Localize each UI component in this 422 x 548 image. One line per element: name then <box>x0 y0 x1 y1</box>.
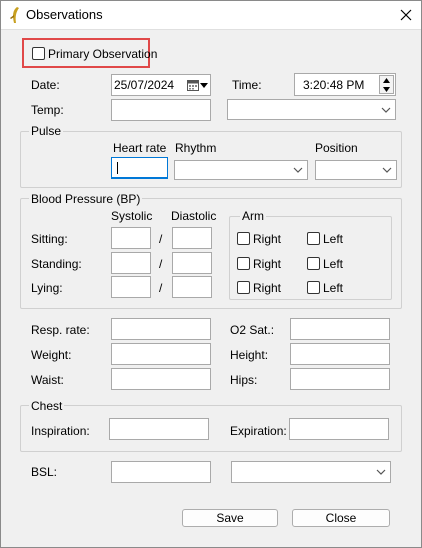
window-title: Observations <box>26 7 103 22</box>
close-icon <box>400 9 412 21</box>
lying-diastolic-input[interactable] <box>172 276 212 298</box>
standing-diastolic-input[interactable] <box>172 252 212 274</box>
systolic-label: Systolic <box>111 209 153 223</box>
temp-input[interactable] <box>111 99 211 121</box>
bsl-label: BSL: <box>31 465 58 479</box>
primary-observation-label: Primary Observation <box>48 47 158 61</box>
chevron-down-icon <box>382 167 392 173</box>
position-select[interactable] <box>315 160 397 180</box>
lying-label: Lying: <box>31 281 63 295</box>
resp-rate-input[interactable] <box>111 318 211 340</box>
waist-input[interactable] <box>111 368 211 390</box>
sitting-left-checkbox[interactable] <box>307 232 320 245</box>
chevron-down-icon <box>293 167 303 173</box>
left-label: Left <box>323 281 344 295</box>
right-label: Right <box>253 232 282 246</box>
rhythm-select[interactable] <box>174 160 308 180</box>
standing-left-checkbox[interactable] <box>307 257 320 270</box>
expiration-input[interactable] <box>289 418 389 440</box>
bp-separator: / <box>159 232 163 246</box>
resp-rate-label: Resp. rate: <box>31 323 90 337</box>
hips-input[interactable] <box>290 368 390 390</box>
hips-label: Hips: <box>230 373 258 387</box>
sitting-right-checkbox[interactable] <box>237 232 250 245</box>
weight-input[interactable] <box>111 343 211 365</box>
expiration-label: Expiration: <box>230 424 287 438</box>
time-label: Time: <box>232 78 262 92</box>
right-label: Right <box>253 281 282 295</box>
left-label: Left <box>323 232 344 246</box>
date-dropdown-icon[interactable] <box>200 83 208 88</box>
o2-sat-input[interactable] <box>290 318 390 340</box>
inspiration-input[interactable] <box>109 418 209 440</box>
spin-up-icon[interactable] <box>383 78 390 83</box>
date-value: 25/07/2024 <box>114 78 175 92</box>
standing-label: Standing: <box>31 257 82 271</box>
left-label: Left <box>323 257 344 271</box>
temp-unit-select[interactable] <box>227 99 396 120</box>
standing-systolic-input[interactable] <box>111 252 151 274</box>
time-spinner[interactable] <box>379 75 394 94</box>
chevron-down-icon <box>376 469 386 475</box>
spin-down-icon[interactable] <box>383 87 390 92</box>
sitting-systolic-input[interactable] <box>111 227 151 249</box>
heart-rate-label: Heart rate <box>113 141 167 155</box>
bp-separator: / <box>159 281 163 295</box>
sitting-label: Sitting: <box>31 232 68 246</box>
lying-left-checkbox[interactable] <box>307 281 320 294</box>
calendar-icon[interactable] <box>187 79 199 91</box>
diastolic-label: Diastolic <box>171 209 217 223</box>
date-label: Date: <box>31 78 60 92</box>
position-label: Position <box>315 141 358 155</box>
right-label: Right <box>253 257 282 271</box>
chest-group-title: Chest <box>29 399 65 413</box>
height-label: Height: <box>230 348 269 362</box>
standing-right-checkbox[interactable] <box>237 257 250 270</box>
rhythm-label: Rhythm <box>175 141 217 155</box>
chevron-down-icon <box>381 107 391 113</box>
app-icon <box>10 7 19 23</box>
pulse-group-title: Pulse <box>29 124 64 138</box>
inspiration-label: Inspiration: <box>31 424 90 438</box>
bp-separator: / <box>159 257 163 271</box>
time-picker[interactable]: 3:20:48 PM <box>294 73 396 96</box>
waist-label: Waist: <box>31 373 64 387</box>
height-input[interactable] <box>290 343 390 365</box>
sitting-diastolic-input[interactable] <box>172 227 212 249</box>
bsl-input[interactable] <box>111 461 211 483</box>
primary-observation-checkbox[interactable] <box>32 47 45 60</box>
text-caret <box>117 162 118 174</box>
weight-label: Weight: <box>31 348 72 362</box>
heart-rate-input[interactable] <box>111 157 168 179</box>
close-button[interactable]: Close <box>292 509 390 527</box>
time-value: 3:20:48 PM <box>303 78 365 92</box>
close-window-button[interactable] <box>392 2 420 28</box>
save-button[interactable]: Save <box>182 509 278 527</box>
lying-right-checkbox[interactable] <box>237 281 250 294</box>
bp-group-title: Blood Pressure (BP) <box>29 192 143 206</box>
lying-systolic-input[interactable] <box>111 276 151 298</box>
arm-group-title: Arm <box>240 209 266 223</box>
o2-sat-label: O2 Sat.: <box>230 323 275 337</box>
bsl-unit-select[interactable] <box>231 461 391 483</box>
temp-label: Temp: <box>31 103 64 117</box>
date-picker[interactable]: 25/07/2024 <box>111 74 211 96</box>
